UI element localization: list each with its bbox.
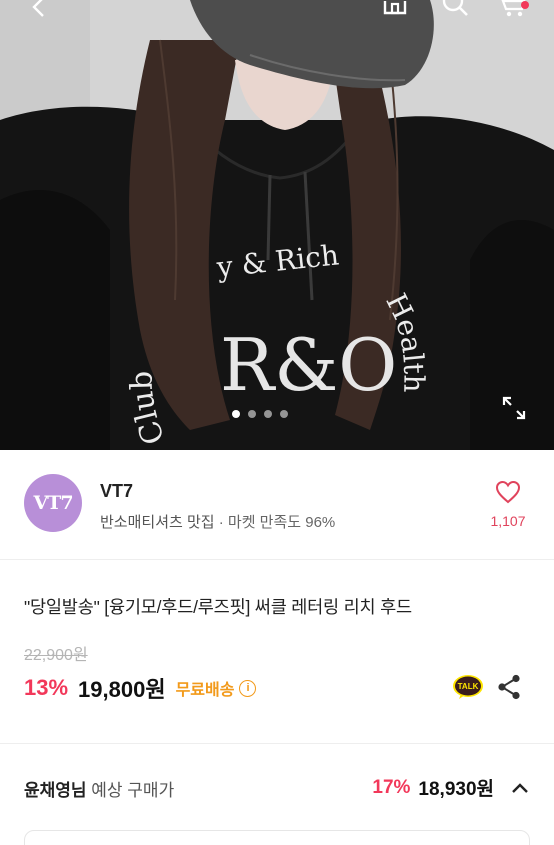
shop-name[interactable]: VT7 [100, 481, 133, 502]
expected-price: 18,930원 [418, 779, 494, 800]
back-icon[interactable] [22, 0, 56, 20]
section-divider [0, 743, 554, 744]
like-button[interactable]: 1,107 [480, 480, 536, 529]
info-icon[interactable]: i [239, 679, 257, 697]
carousel-indicator [232, 410, 288, 418]
coupon-card[interactable] [24, 830, 530, 845]
carousel-dot[interactable] [264, 410, 272, 418]
expected-price-caption: 예상 구매가 [86, 781, 175, 800]
discount-rate: 13% [24, 675, 69, 700]
original-price: 22,900원 [24, 647, 88, 664]
shop-tagline: 반소매티셔츠 맛집 [100, 514, 215, 531]
expand-icon[interactable] [500, 394, 528, 422]
kakao-talk-share-icon[interactable]: TALK [452, 674, 484, 700]
search-icon[interactable] [438, 0, 472, 20]
shop-satisfaction: · 마켓 만족도 96% [214, 514, 336, 531]
carousel-dot[interactable] [248, 410, 256, 418]
print-logo: R&O [220, 323, 397, 407]
talk-label: TALK [458, 682, 479, 691]
carousel-dot[interactable] [232, 410, 240, 418]
chevron-up-icon[interactable] [510, 778, 530, 798]
shop-avatar[interactable]: VT7 [24, 474, 82, 532]
price-row: 13% 19,800원 무료배송 i [24, 673, 257, 703]
user-name: 윤채영님 [24, 781, 87, 800]
sale-price: 19,800원 [78, 677, 166, 702]
expected-discount-rate: 17% [372, 776, 411, 798]
cart-icon[interactable] [498, 0, 532, 20]
expected-price-toggle[interactable]: 17% 18,930원 [372, 774, 530, 801]
product-title: "당일발송" [융기모/후드/루즈핏] 써클 레터링 리치 후드 [24, 597, 412, 617]
like-count: 1,107 [490, 513, 526, 529]
share-icon[interactable] [497, 674, 521, 700]
shop-info[interactable]: VT7 VT7 반소매티셔츠 맛집 · 마켓 만족도 96% 1,107 [0, 450, 554, 560]
product-image-carousel[interactable]: Club y & Rich Health R&O [0, 0, 554, 450]
expected-price-label: 윤채영님 예상 구매가 [24, 776, 174, 801]
carousel-dot[interactable] [280, 410, 288, 418]
shop-subtitle: 반소매티셔츠 맛집 · 마켓 만족도 96% [100, 511, 335, 532]
heart-icon [495, 480, 521, 504]
free-shipping-badge: 무료배송 [175, 682, 235, 699]
product-photo: Club y & Rich Health R&O [0, 0, 554, 450]
home-icon[interactable] [378, 0, 412, 20]
